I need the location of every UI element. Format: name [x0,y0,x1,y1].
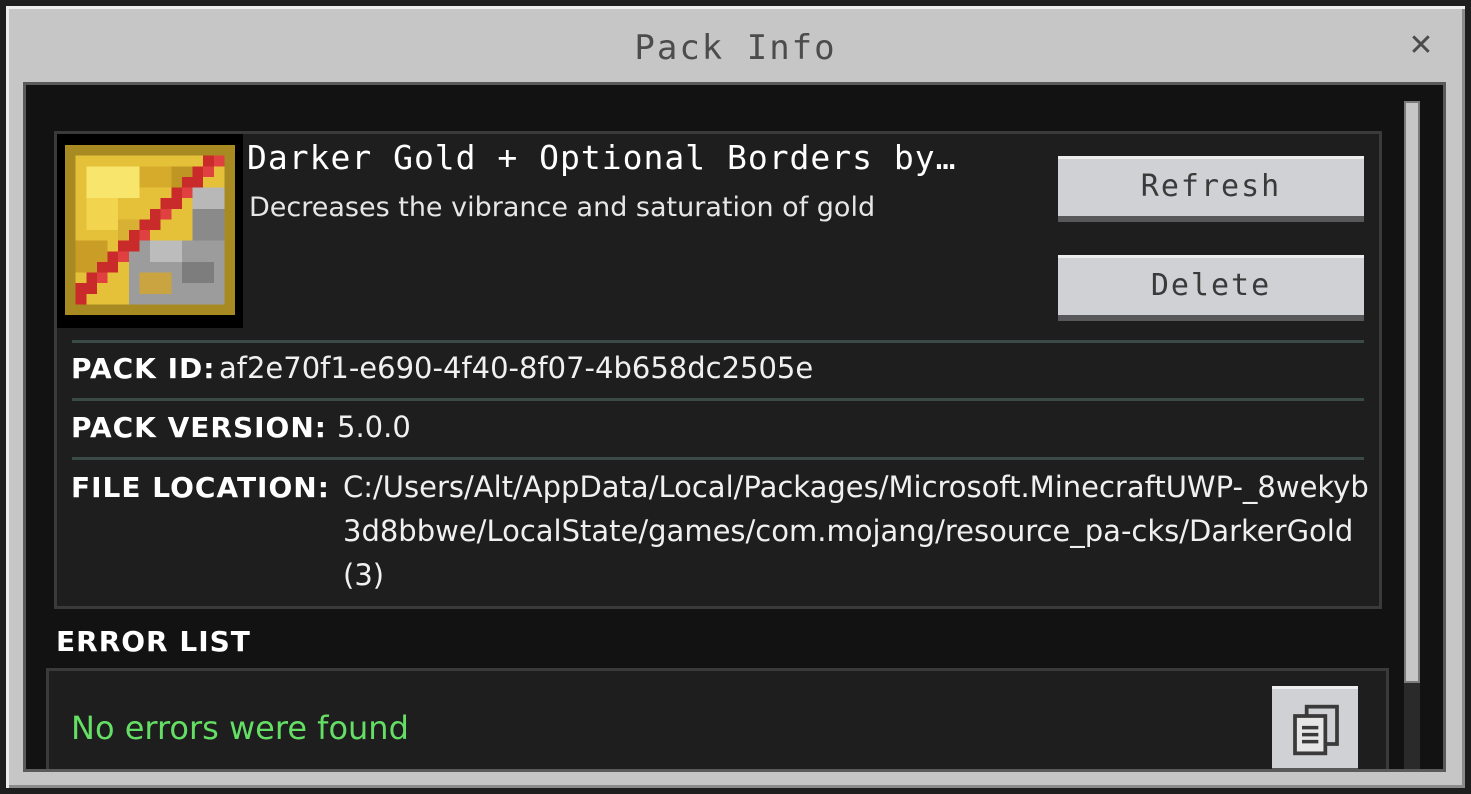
pack-icon [57,134,243,328]
file-location-label: FILE LOCATION: [71,471,330,504]
dialog-title: Pack Info [634,28,837,68]
error-list-panel: No errors were found [46,668,1389,769]
pack-id-value: af2e70f1-e690-4f40-8f07-4b658dc2505e [219,351,814,385]
copy-errors-button[interactable] [1269,683,1361,769]
file-location-row: FILE LOCATION: C:/Users/Alt/AppData/Loca… [71,465,1371,605]
close-button[interactable]: ✕ [1403,28,1439,64]
divider [72,457,1364,460]
pack-name: Darker Gold + Optional Borders by… [247,138,957,177]
delete-button[interactable]: Delete [1055,252,1367,324]
title-bar: Pack Info ✕ [6,6,1465,88]
pack-info-dialog: Pack Info ✕ Darker Gold + Optional Borde… [0,0,1471,794]
pack-id-label: PACK ID: [71,352,216,385]
divider [72,340,1364,343]
scrollbar-track[interactable] [1404,101,1420,769]
error-list-title: ERROR LIST [56,625,251,658]
pack-version-label: PACK VERSION: [71,411,327,444]
refresh-button[interactable]: Refresh [1055,153,1367,225]
pack-version-value: 5.0.0 [337,410,411,444]
pack-id-row: PACK ID: af2e70f1-e690-4f40-8f07-4b658dc… [71,346,1371,396]
pack-version-row: PACK VERSION: 5.0.0 [71,405,1371,455]
divider [72,398,1364,401]
gold-ingot-pack-icon [65,145,235,315]
scrollbar-thumb[interactable] [1404,101,1420,683]
pack-details-card: Darker Gold + Optional Borders by… Decre… [54,131,1382,609]
content-panel: Darker Gold + Optional Borders by… Decre… [23,82,1446,772]
error-message: No errors were found [71,709,409,747]
file-location-value: C:/Users/Alt/AppData/Local/Packages/Micr… [343,470,1369,592]
pack-description: Decreases the vibrance and saturation of… [249,192,876,223]
clipboard-icon [1293,704,1339,756]
